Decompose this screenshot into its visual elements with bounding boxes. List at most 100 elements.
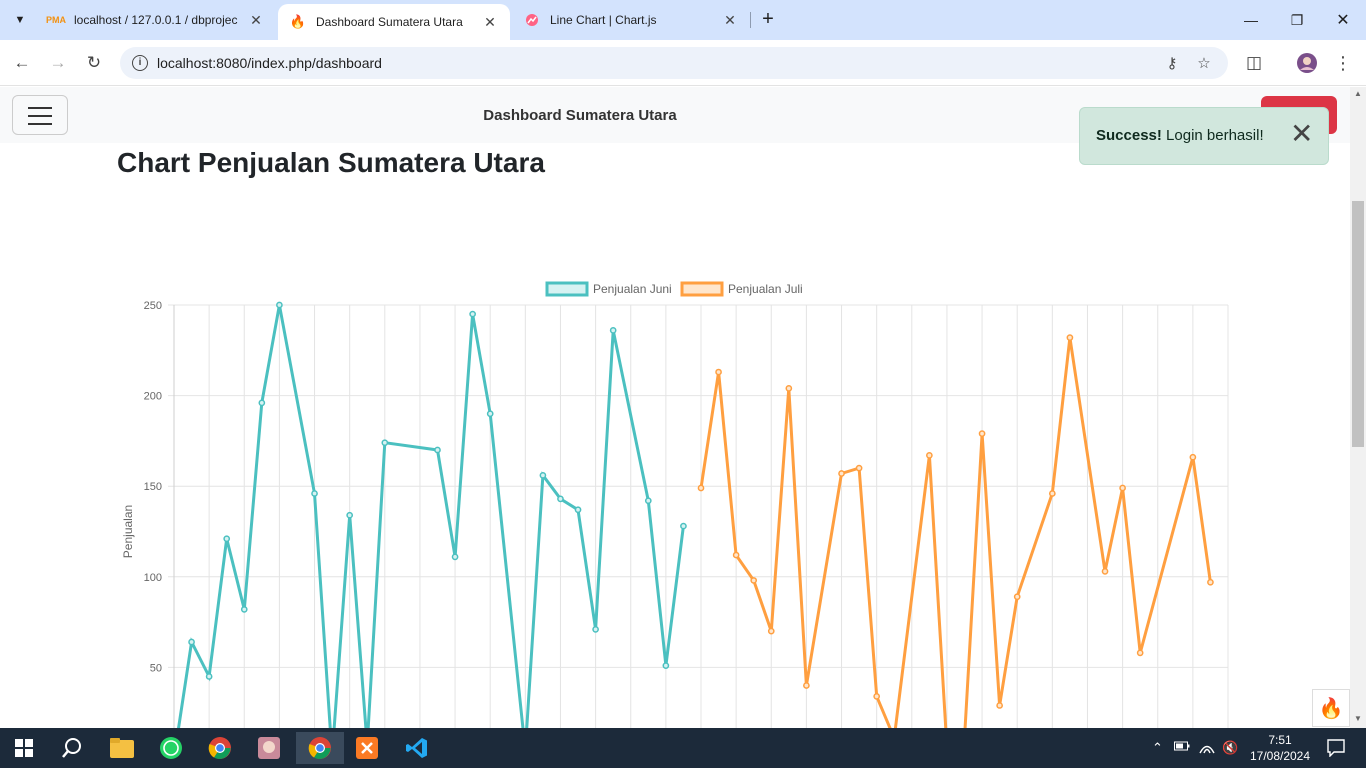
tab-dashboard[interactable]: 🔥 Dashboard Sumatera Utara ✕ [278,4,510,40]
close-tab-icon[interactable]: ✕ [722,12,738,29]
tray-chevron-up-icon[interactable]: ⌃ [1152,740,1163,756]
data-point [1048,490,1056,497]
minimize-icon[interactable]: — [1228,0,1274,40]
legend-swatch [545,281,589,297]
volume-muted-icon[interactable]: 🔇 [1222,740,1238,756]
notifications-icon[interactable] [1320,732,1352,764]
taskbar-clock[interactable]: 7:51 17/08/2024 [1248,732,1312,764]
tab-search-chevron-icon[interactable]: ▼ [8,8,32,32]
data-point [750,577,758,584]
data-point [539,471,547,479]
close-tab-icon[interactable]: ✕ [248,12,264,29]
tab-chartjs[interactable]: Line Chart | Chart.js ✕ [512,0,750,40]
forward-arrow-icon[interactable]: → [45,50,71,76]
y-tick-label: 200 [144,391,162,403]
new-tab-plus-icon[interactable]: + [758,8,778,32]
tab-phpmyadmin[interactable]: PMA localhost / 127.0.0.1 / dbprojec ✕ [36,0,276,40]
y-tick-label: 250 [144,300,162,312]
password-key-icon[interactable]: ⚷ [1161,52,1183,74]
data-point [486,410,494,418]
vscode-icon[interactable] [401,732,433,764]
reload-icon[interactable]: ↻ [81,50,107,76]
data-point [557,495,564,503]
xampp-icon[interactable] [351,732,383,764]
windows-start-icon[interactable] [8,732,40,764]
legend-swatch [680,281,724,297]
data-point [838,470,845,477]
data-point [346,511,354,519]
data-point [1119,484,1126,492]
browser-tab-bar: ▼ PMA localhost / 127.0.0.1 / dbprojec ✕… [0,0,1366,40]
legend-label: Penjualan Juni [593,282,672,296]
data-point [1207,578,1214,586]
site-info-icon[interactable]: i [132,55,148,71]
tab-separator [750,12,751,28]
data-point [592,625,599,633]
y-axis-title: Penjualan [121,505,135,558]
url-text[interactable]: localhost:8080/index.php/dashboard [157,55,382,71]
close-window-icon[interactable]: ✕ [1320,0,1366,40]
data-point [732,551,740,559]
restore-icon[interactable]: ❐ [1274,0,1320,40]
data-point [996,702,1003,709]
file-explorer-icon[interactable] [106,732,138,764]
page-title: Chart Penjualan Sumatera Utara [117,147,545,178]
anime-app-icon[interactable] [253,732,285,764]
data-point [680,522,687,530]
data-point [574,506,582,514]
data-point [276,301,283,309]
battery-icon[interactable] [1174,740,1190,755]
wifi-icon[interactable] [1199,740,1215,757]
profile-avatar[interactable] [1294,50,1320,76]
browser-menu-icon[interactable]: ⋮ [1330,50,1356,76]
bookmark-star-icon[interactable]: ☆ [1193,52,1215,74]
data-point [785,385,793,392]
tab-title: Dashboard Sumatera Utara [316,15,463,29]
data-point [258,399,266,407]
scroll-down-icon[interactable]: ▼ [1354,714,1362,723]
y-tick-label: 50 [150,662,162,674]
codeigniter-toolbar-icon[interactable]: 🔥 [1312,689,1350,727]
alert-strong: Success! [1096,127,1162,144]
data-point [451,553,459,561]
data-point [381,439,389,447]
data-point [803,682,810,689]
data-point [644,497,652,505]
extensions-puzzle-icon[interactable]: ◫ [1241,50,1267,76]
close-tab-icon[interactable]: ✕ [482,14,498,31]
navbar-brand: Dashboard Sumatera Utara [483,107,677,124]
data-point [1136,649,1144,657]
alert-close-icon[interactable]: ✕ [1290,120,1313,148]
data-point [715,368,722,376]
flame-icon: 🔥 [289,14,307,29]
browser-toolbar: ← → ↻ i localhost:8080/index.php/dashboa… [0,40,1366,86]
data-point [188,638,195,646]
scroll-up-icon[interactable]: ▲ [1354,89,1362,98]
data-point [855,464,863,472]
whatsapp-icon[interactable] [155,732,187,764]
data-point [926,452,933,459]
phpmyadmin-icon: PMA [46,15,66,25]
back-arrow-icon[interactable]: ← [9,50,35,76]
data-point [697,484,705,492]
tab-title: Line Chart | Chart.js [550,13,657,27]
search-icon[interactable] [56,732,88,764]
windows-taskbar: ⌃ 🔇 7:51 17/08/2024 [0,728,1366,768]
chrome-icon[interactable] [204,732,236,764]
scroll-thumb[interactable] [1352,201,1364,447]
data-point [240,606,248,613]
y-tick-label: 150 [144,481,162,493]
data-point [311,490,318,497]
alert-message: Success! Login berhasil! [1096,127,1264,144]
chartjs-icon [524,12,540,28]
data-point [978,430,986,438]
data-point [223,535,231,543]
tab-title: localhost / 127.0.0.1 / dbprojec [74,13,238,27]
legend-label: Penjualan Juli [728,282,803,296]
address-bar[interactable]: i localhost:8080/index.php/dashboard ⚷ ☆ [120,47,1228,79]
data-point [609,327,617,334]
page-scrollbar[interactable]: ▲ ▼ [1350,87,1366,728]
data-point [873,693,881,700]
chrome-profile-icon[interactable] [296,732,344,764]
data-point [1066,334,1074,341]
